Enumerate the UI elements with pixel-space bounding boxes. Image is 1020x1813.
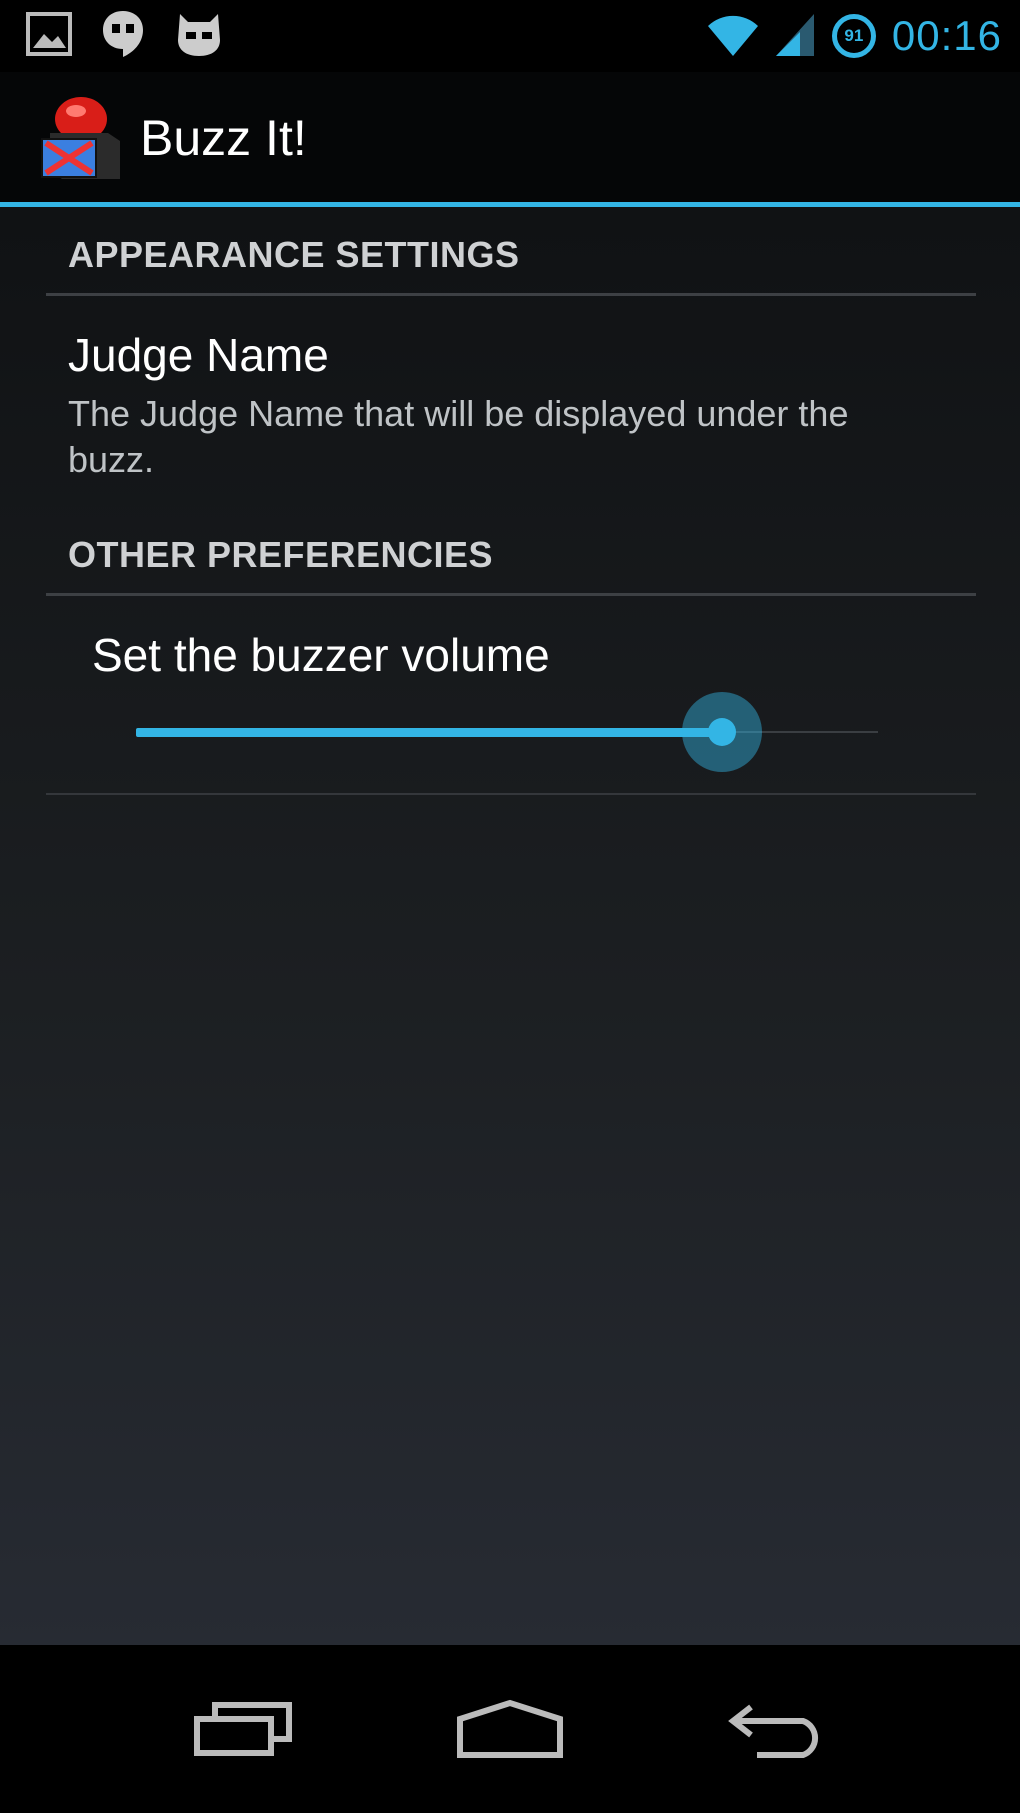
- list-end-divider: [46, 793, 976, 795]
- section-header-other: OTHER PREFERENCIES: [68, 534, 494, 575]
- battery-icon: 91: [831, 14, 876, 58]
- image-icon: [26, 11, 72, 61]
- status-clock: 00:16: [891, 12, 1002, 59]
- pref-judge-name-title: Judge Name: [68, 329, 329, 381]
- section-divider: [46, 593, 976, 596]
- nav-bar: [0, 1645, 1020, 1813]
- home-icon[interactable]: [450, 1689, 570, 1769]
- volume-slider-thumb[interactable]: [708, 718, 737, 746]
- back-icon[interactable]: [717, 1689, 837, 1769]
- app-title: Buzz It!: [140, 110, 307, 166]
- status-bar: 91 00:16: [0, 0, 1020, 72]
- cyanogen-icon: [174, 10, 224, 63]
- section-divider: [46, 293, 976, 296]
- pref-buzzer-volume-title: Set the buzzer volume: [92, 629, 550, 681]
- status-system: 91 00:16: [690, 12, 1002, 61]
- signal-icon: [775, 12, 816, 61]
- hangouts-icon: [100, 9, 146, 64]
- preferences-list: APPEARANCE SETTINGS Judge Name The Judge…: [0, 207, 1020, 1645]
- status-notifications: [26, 9, 252, 64]
- section-header-appearance: APPEARANCE SETTINGS: [68, 234, 520, 275]
- buzzer-icon[interactable]: [36, 93, 126, 183]
- screen: 91 00:16 Buzz It! APPEARANCE SETTINGS Ju…: [0, 0, 1020, 1813]
- recent-apps-icon[interactable]: [183, 1689, 303, 1769]
- action-bar: Buzz It!: [0, 72, 1020, 204]
- volume-slider-fill: [136, 728, 723, 737]
- wifi-icon: [706, 12, 760, 61]
- pref-judge-name-summary: The Judge Name that will be displayed un…: [68, 393, 849, 480]
